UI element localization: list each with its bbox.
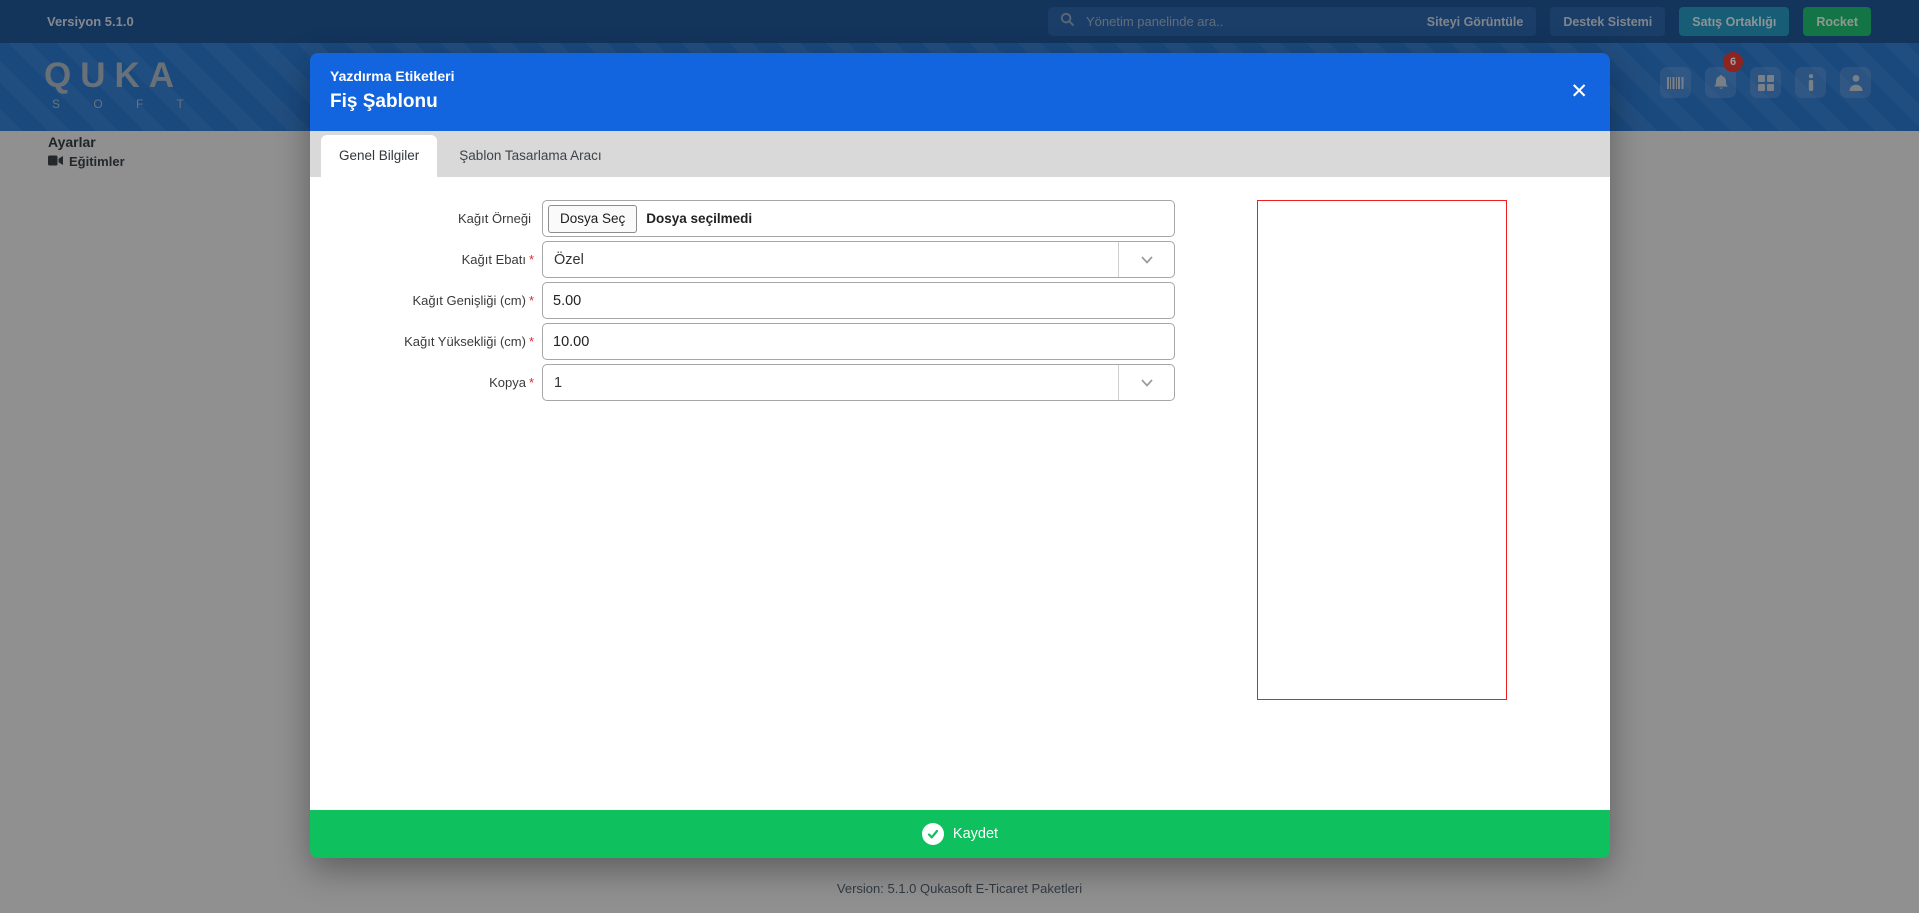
paper-width-input[interactable] <box>542 282 1175 319</box>
required-asterisk: * <box>529 334 534 349</box>
copies-select[interactable]: 1 <box>542 364 1175 401</box>
label-preview-box <box>1257 200 1507 700</box>
chevron-down-icon <box>1118 365 1174 400</box>
field-label: Kağıt Ebatı <box>462 252 526 267</box>
paper-height-input[interactable] <box>542 323 1175 360</box>
file-status-text: Dosya seçilmedi <box>646 211 752 226</box>
save-button-label: Kaydet <box>953 826 998 842</box>
modal-title: Fiş Şablonu <box>330 91 1590 113</box>
paper-size-select[interactable]: Özel <box>542 241 1175 278</box>
select-value: Özel <box>554 252 584 268</box>
modal-tabs: Genel Bilgiler Şablon Tasarlama Aracı <box>310 131 1610 177</box>
modal-body: Kağıt Örneği Dosya Seç Dosya seçilmedi K… <box>310 177 1610 810</box>
field-label: Kağıt Genişliği (cm) <box>413 293 526 308</box>
required-asterisk: * <box>529 375 534 390</box>
required-asterisk: * <box>529 252 534 267</box>
tab-sablon-tasarlama-araci[interactable]: Şablon Tasarlama Aracı <box>437 135 623 177</box>
modal-subtitle: Yazdırma Etiketleri <box>330 68 1590 84</box>
modal-header: Yazdırma Etiketleri Fiş Şablonu ✕ <box>310 53 1610 131</box>
admin-screen: Versiyon 5.1.0 Siteyi Görüntüle Destek S… <box>0 0 1919 913</box>
required-asterisk: * <box>529 293 534 308</box>
close-icon[interactable]: ✕ <box>1570 81 1588 102</box>
choose-file-button[interactable]: Dosya Seç <box>548 205 637 233</box>
check-circle-icon <box>922 823 944 845</box>
paper-sample-file-input[interactable]: Dosya Seç Dosya seçilmedi <box>542 200 1175 237</box>
field-label: Kağıt Yüksekliği (cm) <box>404 334 526 349</box>
field-label: Kağıt Örneği <box>458 211 531 226</box>
field-label: Kopya <box>489 375 526 390</box>
select-value: 1 <box>554 375 562 391</box>
chevron-down-icon <box>1118 242 1174 277</box>
save-button[interactable]: Kaydet <box>310 810 1610 858</box>
print-label-modal: Yazdırma Etiketleri Fiş Şablonu ✕ Genel … <box>310 53 1610 858</box>
tab-genel-bilgiler[interactable]: Genel Bilgiler <box>321 135 437 177</box>
